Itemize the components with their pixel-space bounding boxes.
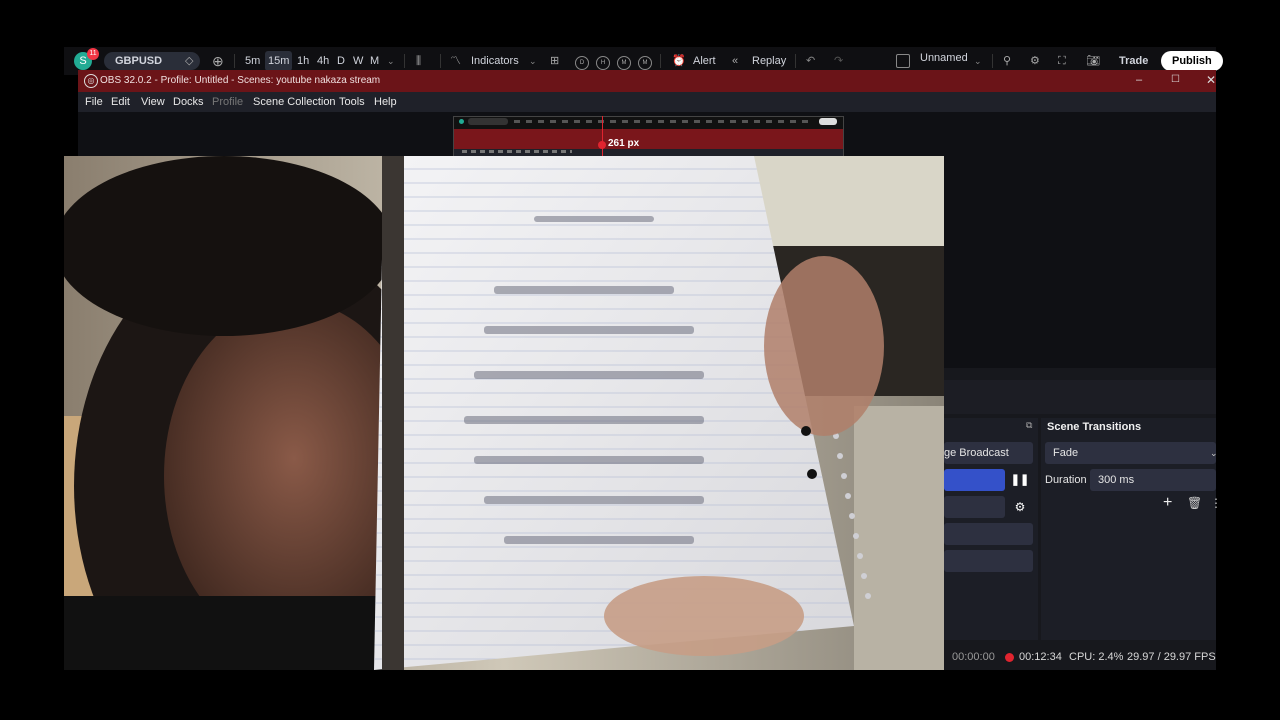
- undock-icon[interactable]: ⧉: [1026, 420, 1032, 431]
- notification-badge: 11: [87, 48, 99, 60]
- scene-transitions-dock: Scene Transitions Fade ⌄ Duration 300 ms…: [1041, 418, 1222, 640]
- menu-edit[interactable]: Edit: [111, 92, 130, 112]
- menu-view[interactable]: View: [141, 92, 165, 112]
- layout-btn-h[interactable]: H: [596, 56, 610, 70]
- obs-status-bar: 00:00:00 00:12:34 CPU: 2.4% 29.97 / 29.9…: [944, 645, 1216, 670]
- add-transition-icon[interactable]: +: [1163, 494, 1172, 512]
- transitions-title: Scene Transitions: [1047, 421, 1142, 433]
- close-icon[interactable]: ✕: [1206, 70, 1216, 90]
- webcam-video-source[interactable]: [64, 156, 944, 670]
- timeframe-15m[interactable]: 15m: [265, 51, 293, 71]
- obs-logo-icon: ◎: [84, 74, 98, 88]
- transition-selected-value: Fade: [1053, 447, 1079, 459]
- menu-file[interactable]: File: [85, 92, 103, 112]
- window-title: OBS 32.0.2 - Profile: Untitled - Scenes:…: [100, 75, 381, 86]
- more-options-icon[interactable]: ⋮: [1210, 496, 1222, 510]
- obs-menu-bar: File Edit View Docks Profile Scene Colle…: [78, 92, 1216, 112]
- minimize-icon[interactable]: –: [1136, 70, 1142, 90]
- docks-header: [944, 380, 1216, 414]
- record-time: 00:12:34: [1019, 651, 1062, 663]
- fps-readout: 29.97 / 29.97 FPS: [1127, 651, 1216, 663]
- menu-help[interactable]: Help: [374, 92, 397, 112]
- measure-label: 261 px: [608, 138, 640, 149]
- layout-btn-d[interactable]: D: [575, 56, 589, 70]
- controls-dock: ⧉ ge Broadcast ❚❚ ⚙: [944, 418, 1038, 640]
- transition-select[interactable]: Fade: [1045, 442, 1216, 464]
- menu-profile[interactable]: Profile: [212, 92, 243, 112]
- record-dot-icon: [1005, 653, 1014, 662]
- measure-handle[interactable]: [598, 141, 606, 149]
- layout-square-icon[interactable]: [896, 54, 910, 68]
- publish-button[interactable]: Publish: [1161, 51, 1223, 71]
- maximize-icon[interactable]: ☐: [1171, 70, 1180, 90]
- measure-guide-line: [602, 116, 603, 156]
- layout-btn-m2[interactable]: M: [638, 56, 652, 70]
- menu-tools[interactable]: Tools: [339, 92, 365, 112]
- duration-input[interactable]: 300 ms: [1090, 469, 1216, 491]
- chevron-down-icon[interactable]: ⌄: [1210, 442, 1218, 464]
- stop-streaming-button[interactable]: [944, 469, 1005, 491]
- studio-mode-button[interactable]: [944, 550, 1033, 572]
- menu-scene-collection[interactable]: Scene Collection: [253, 92, 336, 112]
- manage-broadcast-button[interactable]: ge Broadcast: [944, 442, 1033, 464]
- webcam-frame-image: [64, 156, 944, 670]
- virtual-camera-button[interactable]: [944, 523, 1033, 545]
- cpu-usage: CPU: 2.4%: [1069, 651, 1124, 663]
- obs-title-bar: ◎ OBS 32.0.2 - Profile: Untitled - Scene…: [78, 70, 1216, 92]
- duration-label: Duration: [1045, 474, 1087, 486]
- trash-icon[interactable]: 🗑︎: [1187, 496, 1202, 510]
- manage-broadcast-label: ge Broadcast: [944, 447, 1009, 459]
- nested-preview-thumbnail: [453, 116, 844, 158]
- menu-docks[interactable]: Docks: [173, 92, 204, 112]
- stream-time: 00:00:00: [952, 651, 995, 663]
- pause-icon[interactable]: ❚❚: [1008, 469, 1032, 491]
- layout-name[interactable]: Unnamed: [920, 44, 968, 72]
- layout-btn-m1[interactable]: M: [617, 56, 631, 70]
- duration-value: 300 ms: [1098, 474, 1135, 486]
- record-button[interactable]: [944, 496, 1005, 518]
- settings-gear-icon[interactable]: ⚙: [1008, 496, 1032, 518]
